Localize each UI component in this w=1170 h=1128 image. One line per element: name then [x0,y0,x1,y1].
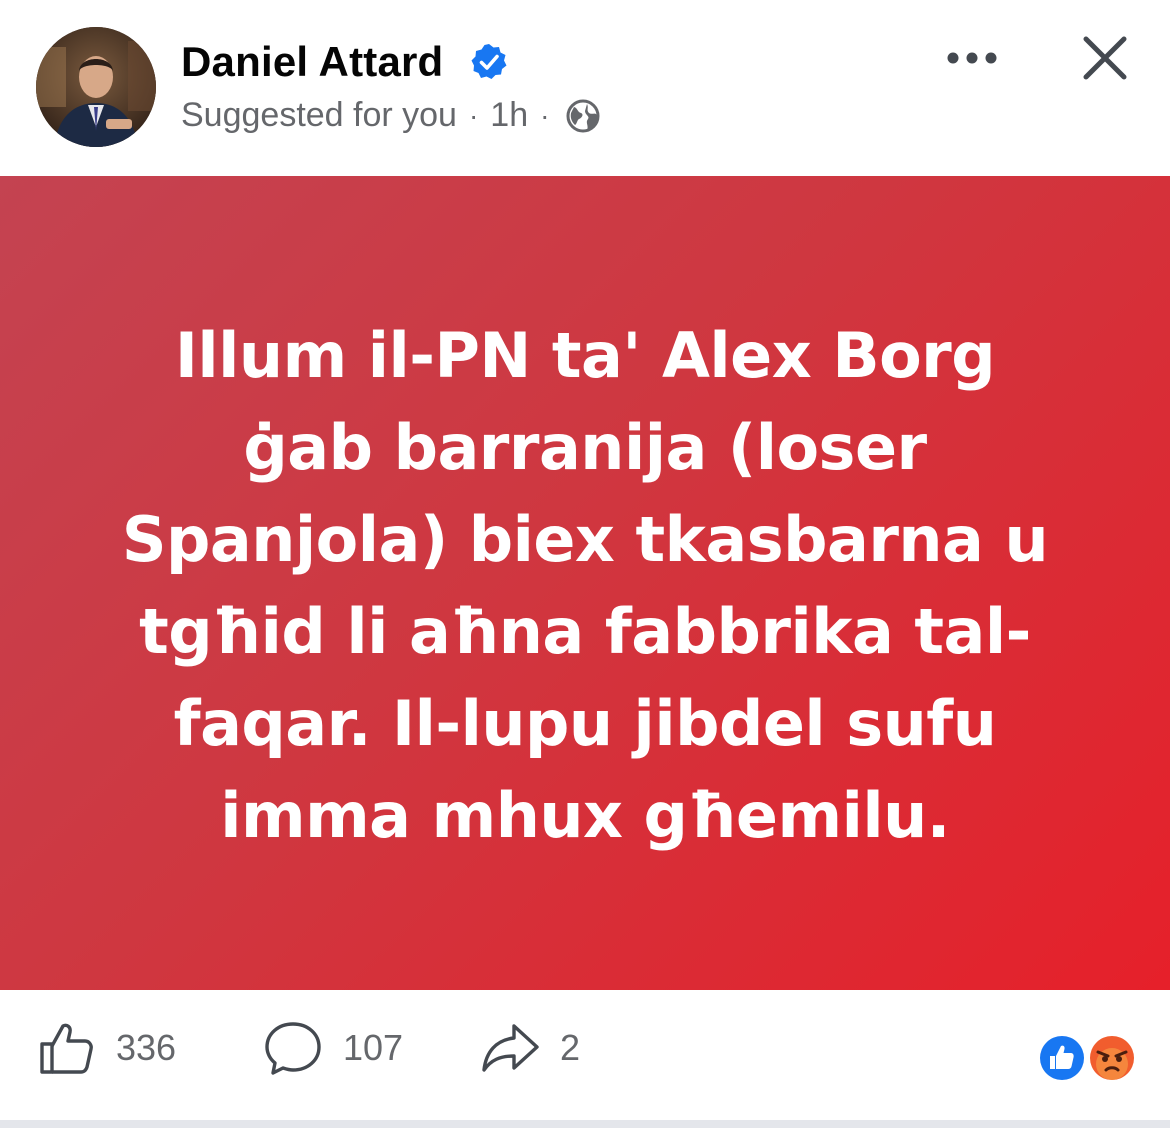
thumbs-up-icon [40,1023,93,1074]
share-icon [482,1024,539,1072]
close-icon[interactable] [1072,25,1138,91]
post-divider [0,1120,1170,1128]
comment-icon [265,1022,321,1075]
post-actions-bar: 336 107 2 [0,990,1170,1120]
author-avatar[interactable] [36,27,156,147]
like-reaction-icon [1037,1033,1087,1083]
post-header: Daniel Attard Suggested for you · 1h · [0,0,1170,176]
post-banner[interactable]: Illum il-PN ta' Alex Borg ġab barranija … [0,176,1170,990]
meta-separator: · [540,99,550,131]
verified-badge-icon [471,44,507,79]
post-card: Daniel Attard Suggested for you · 1h · I… [0,0,1170,1128]
reactions-summary[interactable] [1036,1032,1140,1084]
post-time[interactable]: 1h [490,96,528,135]
more-icon [947,52,997,64]
meta-separator: · [468,99,479,131]
globe-icon[interactable] [565,98,601,134]
comment-count: 107 [343,1027,404,1068]
share-button[interactable]: 2 [480,1018,580,1078]
like-count: 336 [116,1027,177,1068]
banner-text: Illum il-PN ta' Alex Borg ġab barranija … [121,319,1049,852]
angry-reaction-icon [1087,1033,1137,1083]
avatar-photo [36,27,156,147]
author-name[interactable]: Daniel Attard [181,38,443,86]
post-meta: Suggested for you · 1h · [181,96,601,135]
more-options-button[interactable] [940,30,1004,86]
comment-button[interactable]: 107 [263,1018,403,1078]
share-count: 2 [560,1027,581,1068]
suggested-label: Suggested for you [181,96,457,134]
like-button[interactable]: 336 [36,1018,176,1078]
